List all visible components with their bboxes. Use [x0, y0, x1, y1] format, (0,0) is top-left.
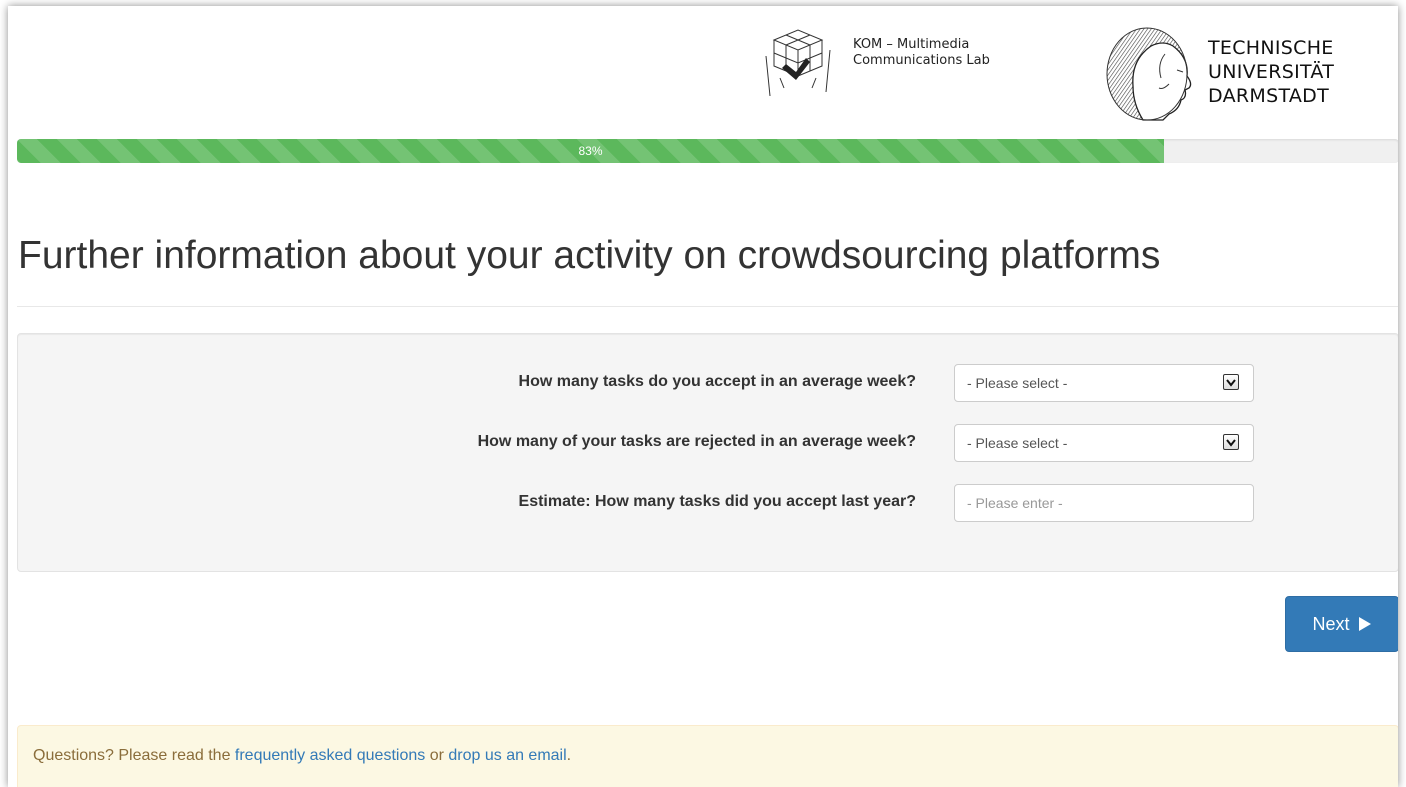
select-value: - Please select - — [967, 435, 1068, 451]
progress-bar: 83% — [17, 139, 1398, 163]
title-divider — [17, 306, 1398, 307]
tud-athena-logo — [1106, 27, 1192, 121]
help-notice: Questions? Please read the frequently as… — [17, 725, 1398, 787]
next-button[interactable]: Next — [1285, 596, 1398, 652]
question-label-tasks-accepted-week: How many tasks do you accept in an avera… — [518, 373, 916, 390]
kom-line-1: KOM – Multimedia — [853, 37, 970, 52]
kom-lab-name: KOM – Multimedia Communications Lab — [853, 37, 990, 69]
faq-link[interactable]: frequently asked questions — [235, 747, 425, 764]
tud-line-1: TECHNISCHE — [1208, 37, 1334, 59]
tasks-last-year-field[interactable] — [954, 484, 1254, 522]
help-text-end: . — [566, 747, 572, 764]
tud-line-2: UNIVERSITÄT — [1208, 61, 1335, 83]
progress-bar-fill: 83% — [17, 139, 1165, 163]
progress-label: 83% — [578, 144, 603, 158]
page: KOM – Multimedia Communications Lab TECH… — [8, 6, 1398, 787]
chevron-down-icon[interactable] — [1223, 374, 1239, 390]
tasks-last-year-input[interactable] — [967, 485, 1241, 521]
question-label-tasks-rejected-week: How many of your tasks are rejected in a… — [477, 433, 916, 450]
tud-name: TECHNISCHE UNIVERSITÄT DARMSTADT — [1208, 36, 1334, 108]
play-triangle-icon — [1358, 617, 1371, 631]
help-text: Questions? Please read the — [33, 747, 235, 764]
chevron-down-icon[interactable] — [1223, 434, 1239, 450]
kom-logo — [765, 29, 831, 97]
help-text-or: or — [425, 747, 449, 764]
email-link[interactable]: drop us an email — [448, 747, 566, 764]
next-button-label: Next — [1312, 613, 1350, 634]
page-title: Further information about your activity … — [18, 234, 1161, 277]
tud-line-3: DARMSTADT — [1208, 85, 1330, 107]
question-form: How many tasks do you accept in an avera… — [17, 333, 1398, 572]
question-label-tasks-last-year: Estimate: How many tasks did you accept … — [518, 493, 916, 510]
select-value: - Please select - — [967, 375, 1068, 391]
kom-line-2: Communications Lab — [853, 53, 990, 68]
tasks-accepted-week-select[interactable]: - Please select - — [954, 364, 1254, 402]
tasks-rejected-week-select[interactable]: - Please select - — [954, 424, 1254, 462]
